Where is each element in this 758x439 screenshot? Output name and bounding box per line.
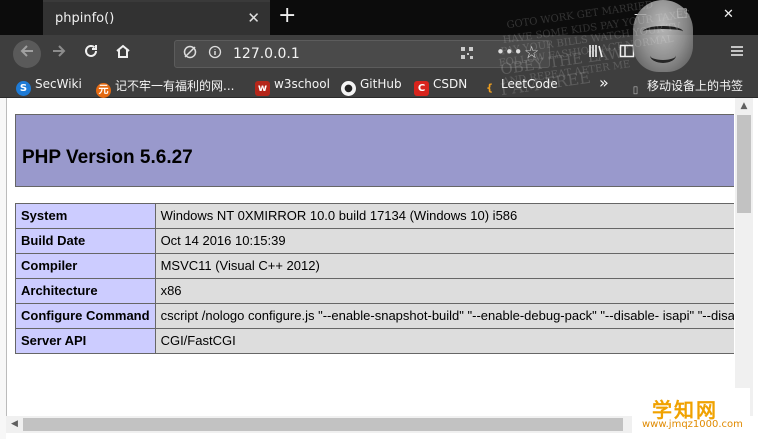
bookmark-label: 记不牢一有福利的网... [115,79,235,93]
fire-icon: 元 [96,83,111,98]
table-key: Compiler [15,253,156,279]
bookmark-leetcode[interactable]: { LeetCode [482,77,558,96]
phpinfo-table: System Windows NT 0XMIRROR 10.0 build 17… [15,203,734,354]
w3school-icon: w [255,81,270,96]
table-value: CGI/FastCGI [154,328,734,354]
table-row: System Windows NT 0XMIRROR 10.0 build 17… [15,203,734,229]
bookmark-label: 移动设备上的书签 [647,79,744,93]
table-key: Configure Command [15,303,156,329]
address-bar[interactable]: 127.0.0.1 ••• ☆ [174,40,550,68]
page-content: PHP Version 5.6.27 System Windows NT 0XM… [6,98,734,416]
bookmark-star-icon[interactable]: ☆ [524,43,539,63]
window-close-icon[interactable]: ✕ [723,7,734,22]
bookmark-mobile[interactable]: ▯ 移动设备上的书签 [628,77,743,98]
info-icon[interactable] [208,45,222,63]
url-text[interactable]: 127.0.0.1 [233,46,300,62]
watermark-url: www.jmqz1000.com [642,419,743,430]
library-icon[interactable] [588,43,604,63]
table-row: Server API CGI/FastCGI [15,328,734,354]
title-bar: phpinfo() ✕ + — ☐ ✕ [0,0,758,35]
sidebar-icon[interactable] [619,43,635,63]
horizontal-scrollbar[interactable]: ◀ [6,416,735,433]
scroll-up-icon[interactable]: ▲ [735,98,753,115]
table-value: cscript /nologo configure.js "--enable-s… [154,303,734,329]
table-row: Architecture x86 [15,278,734,304]
table-key: Architecture [15,278,156,304]
watermark-logo: 学知网 www.jmqz1000.com [632,388,750,436]
github-icon: ● [341,81,356,96]
table-value: Windows NT 0XMIRROR 10.0 build 17134 (Wi… [154,203,734,229]
menu-icon[interactable] [729,43,745,63]
navigation-bar: 127.0.0.1 ••• ☆ [0,35,758,73]
bookmark-label: SecWiki [35,77,82,91]
table-row: Compiler MSVC11 (Visual C++ 2012) [15,253,734,279]
forward-icon[interactable] [47,42,71,66]
tab-title: phpinfo() [55,11,115,26]
bookmark-github[interactable]: ● GitHub [341,77,402,96]
tab-phpinfo[interactable]: phpinfo() ✕ [43,0,270,35]
bookmarks-toolbar: S SecWiki 元记不牢一有福利的网... w w3school ● GitHub… [0,73,758,98]
back-icon[interactable] [13,40,41,68]
page-title: PHP Version 5.6.27 [22,147,193,168]
home-icon[interactable] [111,42,135,66]
table-key: System [15,203,156,229]
bookmarks-overflow-chevron-icon[interactable]: » [599,73,609,92]
minimize-icon[interactable]: — [634,7,647,22]
vertical-scrollbar[interactable]: ▲ ▼ [735,98,753,416]
new-tab-button[interactable]: + [278,3,296,29]
horizontal-scroll-thumb[interactable] [23,418,623,431]
leetcode-icon: { [485,83,494,94]
table-value: MSVC11 (Visual C++ 2012) [154,253,734,279]
secwiki-icon: S [16,81,31,96]
bookmark-w3school[interactable]: w w3school [255,77,330,96]
table-value: x86 [154,278,734,304]
table-value: Oct 14 2016 10:15:39 [154,228,734,254]
bookmark-label: GitHub [360,77,402,91]
table-key: Server API [15,328,156,354]
bookmark-label: CSDN [433,77,468,91]
tracking-protection-icon[interactable] [183,45,197,63]
vertical-scroll-thumb[interactable] [737,115,751,213]
table-key: Build Date [15,228,156,254]
bookmark-jibulao[interactable]: 元记不牢一有福利的网... [96,77,234,98]
bookmark-label: w3school [274,77,330,91]
qr-code-icon[interactable] [460,46,474,64]
scroll-left-icon[interactable]: ◀ [6,416,23,433]
more-icon[interactable]: ••• [496,43,523,61]
csdn-icon: C [414,81,429,96]
reload-icon[interactable] [79,42,103,66]
table-row: Build Date Oct 14 2016 10:15:39 [15,228,734,254]
php-version-header: PHP Version 5.6.27 [15,114,734,187]
bookmark-csdn[interactable]: C CSDN [414,77,467,96]
mobile-bookmarks-icon: ▯ [632,85,639,96]
bookmark-secwiki[interactable]: S SecWiki [16,77,82,96]
close-tab-icon[interactable]: ✕ [247,9,260,27]
maximize-icon[interactable]: ☐ [676,7,688,22]
table-row: Configure Command cscript /nologo config… [15,303,734,329]
bookmark-label: LeetCode [501,77,558,91]
